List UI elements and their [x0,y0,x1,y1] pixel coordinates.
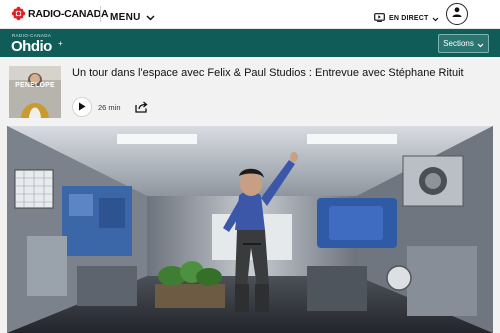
episode-thumbnail[interactable]: PENELOPE [9,66,61,118]
ohdio-logo[interactable]: Ohdio [11,38,52,55]
episode-title: Un tour dans l'espace avec Felix & Paul … [72,67,464,79]
play-button[interactable] [72,97,92,117]
play-icon [78,98,86,116]
brand-name[interactable]: RADIO-CANADA [28,8,109,20]
thumbnail-show-title: PENELOPE [15,82,55,89]
sections-button[interactable]: Sections [438,34,489,53]
live-button[interactable]: EN DIRECT [374,9,439,27]
ohdio-plus-mark: + [58,39,63,48]
chevron-down-icon [477,35,484,53]
live-label: EN DIRECT [389,14,429,22]
ohdio-banner [0,29,500,57]
user-account-button[interactable] [446,3,468,25]
share-button[interactable] [135,100,148,118]
sections-label: Sections [443,39,474,48]
header-divider [100,6,101,22]
space-station-scene [7,126,493,333]
chevron-down-icon [432,9,439,27]
radio-canada-logo-icon[interactable] [11,6,26,21]
episode-duration: 26 min [98,103,121,112]
video-player[interactable] [7,126,493,333]
menu-button[interactable]: MENU [110,8,155,26]
menu-label: MENU [110,11,141,23]
share-icon [135,100,148,117]
tv-icon [374,9,385,27]
user-icon [451,5,463,23]
chevron-down-icon [146,8,155,26]
